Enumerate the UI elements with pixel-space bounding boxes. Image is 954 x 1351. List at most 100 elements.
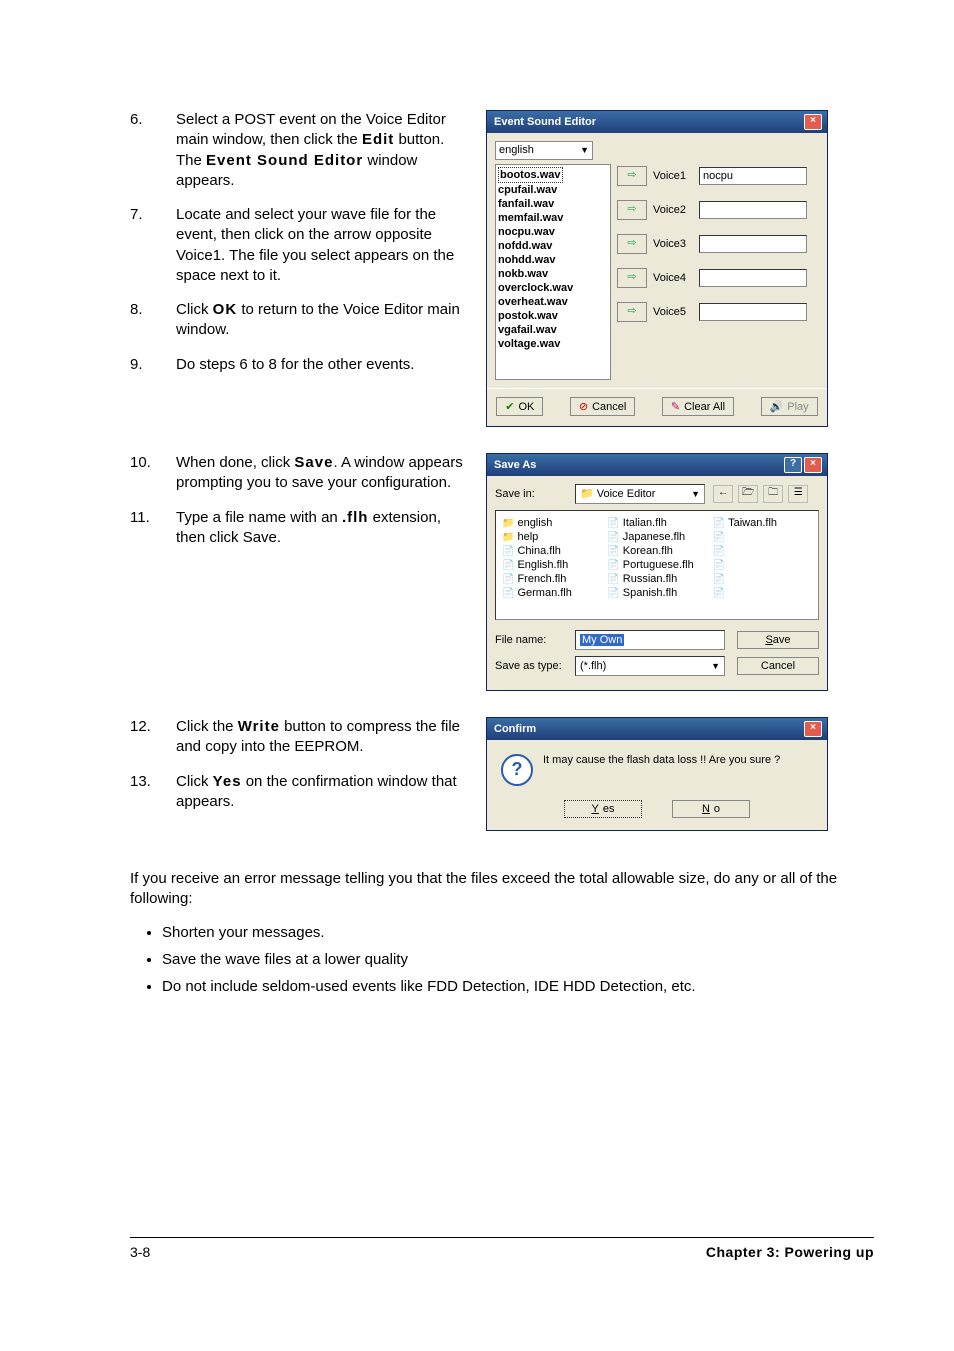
save-in-label: Save in: <box>495 488 569 500</box>
step-10: 10. When done, click Save. A window appe… <box>130 453 470 494</box>
voice-row-3: ⇨ Voice3 <box>617 234 819 254</box>
step-text: Click the Write button to compress the f… <box>176 717 470 758</box>
step-num: 11. <box>130 508 158 549</box>
event-sound-editor-window: Event Sound Editor × english▼ bootos.wav… <box>486 110 828 427</box>
list-item: Shorten your messages. <box>162 922 874 943</box>
step-12: 12. Click the Write button to compress t… <box>130 717 470 758</box>
list-item: Do not include seldom-used events like F… <box>162 976 874 997</box>
list-item[interactable]: Korean.flh <box>607 545 706 557</box>
list-item[interactable]: Japanese.flh <box>607 531 706 543</box>
voice-row-2: ⇨ Voice2 <box>617 200 819 220</box>
step-text: Click Yes on the confirmation window tha… <box>176 772 470 813</box>
step-text: When done, click Save. A window appears … <box>176 453 470 494</box>
list-item[interactable]: Russian.flh <box>607 573 706 585</box>
save-as-window: Save As ? × Save in: 📁 Voice Editor ▼ <box>486 453 828 691</box>
voice-row-1: ⇨ Voice1 nocpu <box>617 166 819 186</box>
step-num: 12. <box>130 717 158 758</box>
window-titlebar: Event Sound Editor × <box>487 111 827 133</box>
assign-arrow-icon[interactable]: ⇨ <box>617 200 647 220</box>
list-item[interactable]: Italian.flh <box>607 517 706 529</box>
window-titlebar: Save As ? × <box>487 454 827 476</box>
step-num: 6. <box>130 110 158 191</box>
voice-value <box>699 303 807 321</box>
confirm-window: Confirm × ? It may cause the flash data … <box>486 717 828 831</box>
close-icon[interactable]: × <box>804 457 822 473</box>
save-button[interactable]: Save <box>737 631 819 649</box>
back-icon[interactable]: ← <box>713 485 733 503</box>
step-text: Locate and select your wave file for the… <box>176 205 470 286</box>
wav-file-list[interactable]: bootos.wav cpufail.wav fanfail.wav memfa… <box>495 164 611 380</box>
cancel-button[interactable]: Cancel <box>737 657 819 675</box>
voice-row-5: ⇨ Voice5 <box>617 302 819 322</box>
voice-row-4: ⇨ Voice4 <box>617 268 819 288</box>
help-icon[interactable]: ? <box>784 457 802 473</box>
window-title: Save As <box>492 459 536 471</box>
assign-arrow-icon[interactable]: ⇨ <box>617 234 647 254</box>
filename-input[interactable]: My Own <box>575 630 725 650</box>
step-num: 13. <box>130 772 158 813</box>
step-9: 9. Do steps 6 to 8 for the other events. <box>130 355 470 375</box>
filename-label: File name: <box>495 634 569 646</box>
filetype-select[interactable]: (*.flh) ▼ <box>575 656 725 676</box>
list-item[interactable]: english <box>502 517 601 529</box>
step-text: Type a file name with an .flh extension,… <box>176 508 470 549</box>
list-item[interactable]: help <box>502 531 601 543</box>
error-paragraph: If you receive an error message telling … <box>130 869 874 910</box>
cancel-button[interactable]: ⊘Cancel <box>570 397 635 416</box>
step-13: 13. Click Yes on the confirmation window… <box>130 772 470 813</box>
yes-button[interactable]: Yes <box>564 800 642 818</box>
assign-arrow-icon[interactable]: ⇨ <box>617 166 647 186</box>
voice-value <box>699 201 807 219</box>
step-6: 6. Select a POST event on the Voice Edit… <box>130 110 470 191</box>
list-item[interactable]: German.flh <box>502 587 601 599</box>
speaker-icon: 🔊 <box>770 400 784 413</box>
play-button[interactable]: 🔊Play <box>761 397 818 416</box>
step-text: Select a POST event on the Voice Editor … <box>176 110 470 191</box>
close-icon[interactable]: × <box>804 721 822 737</box>
list-item: Save the wave files at a lower quality <box>162 949 874 970</box>
check-icon: ✔ <box>505 400 514 413</box>
close-icon[interactable]: × <box>804 114 822 130</box>
cancel-icon: ⊘ <box>579 400 588 413</box>
step-num: 10. <box>130 453 158 494</box>
chevron-down-icon: ▼ <box>580 142 589 159</box>
language-select[interactable]: english▼ <box>495 141 593 160</box>
assign-arrow-icon[interactable]: ⇨ <box>617 268 647 288</box>
up-folder-icon[interactable]: 🗁 <box>738 485 758 503</box>
list-item[interactable]: Spanish.flh <box>607 587 706 599</box>
file-browser[interactable]: english Italian.flh Taiwan.flh help Japa… <box>495 510 819 620</box>
chevron-down-icon: ▼ <box>711 657 720 675</box>
page-footer: 3-8 Chapter 3: Powering up <box>130 1237 874 1260</box>
list-item[interactable]: French.flh <box>502 573 601 585</box>
chapter-title: Chapter 3: Powering up <box>706 1244 874 1260</box>
list-item[interactable]: Portuguese.flh <box>607 559 706 571</box>
voice-label: Voice4 <box>653 272 693 284</box>
question-icon: ? <box>501 754 533 786</box>
eraser-icon: ✎ <box>671 400 680 413</box>
step-text: Do steps 6 to 8 for the other events. <box>176 355 414 375</box>
list-item[interactable]: English.flh <box>502 559 601 571</box>
ok-button[interactable]: ✔OK <box>496 397 543 416</box>
voice-value <box>699 269 807 287</box>
no-button[interactable]: No <box>672 800 750 818</box>
step-text: Click OK to return to the Voice Editor m… <box>176 300 470 341</box>
window-title: Confirm <box>492 723 536 735</box>
voice-label: Voice3 <box>653 238 693 250</box>
window-title: Event Sound Editor <box>492 116 596 128</box>
confirm-message: It may cause the flash data loss !! Are … <box>543 754 780 766</box>
list-item[interactable]: Taiwan.flh <box>713 517 812 529</box>
assign-arrow-icon[interactable]: ⇨ <box>617 302 647 322</box>
step-8: 8. Click OK to return to the Voice Edito… <box>130 300 470 341</box>
filetype-label: Save as type: <box>495 660 569 672</box>
step-num: 8. <box>130 300 158 341</box>
new-folder-icon[interactable]: 🗀 <box>763 485 783 503</box>
views-icon[interactable]: ☰ <box>788 485 808 503</box>
clear-all-button[interactable]: ✎Clear All <box>662 397 734 416</box>
window-titlebar: Confirm × <box>487 718 827 740</box>
step-11: 11. Type a file name with an .flh extens… <box>130 508 470 549</box>
list-item[interactable]: China.flh <box>502 545 601 557</box>
voice-label: Voice1 <box>653 170 693 182</box>
voice-label: Voice2 <box>653 204 693 216</box>
save-in-select[interactable]: 📁 Voice Editor ▼ <box>575 484 705 504</box>
voice-value: nocpu <box>699 167 807 185</box>
